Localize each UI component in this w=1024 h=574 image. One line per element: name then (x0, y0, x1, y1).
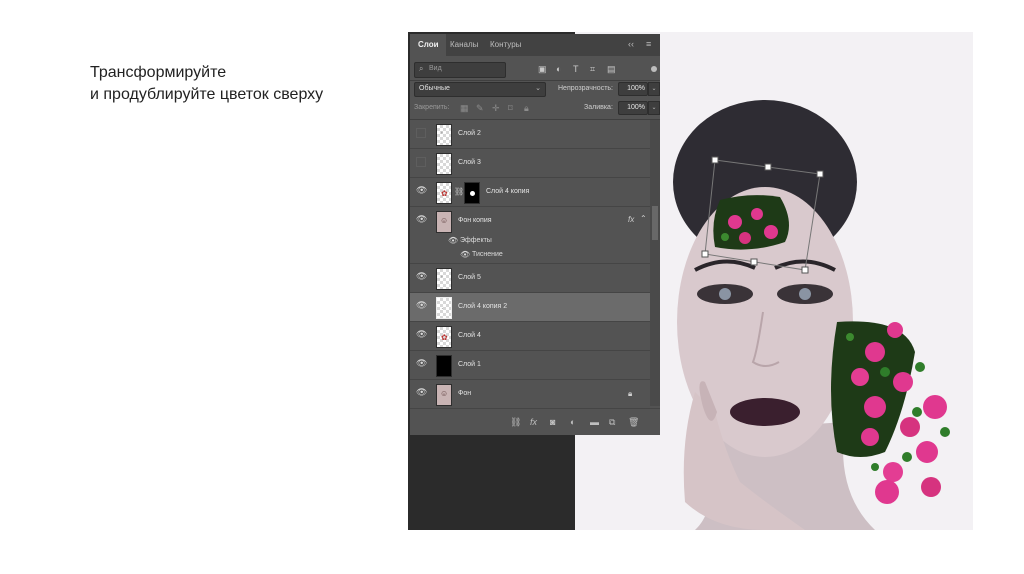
layer-thumbnail: ☺ (436, 211, 452, 233)
group-icon[interactable]: ▬ (590, 417, 599, 427)
type-filter-icon[interactable]: T (573, 64, 579, 74)
effects-label: Эффекты (460, 237, 492, 244)
layer-name: Слой 2 (458, 130, 481, 137)
layer-list: ʼ Слой 2 Слой 3 👁︎ ✿ ⛓︎ Слой 4 копия 👁︎ … (410, 120, 650, 409)
lock-all-icon[interactable]: 🔒︎ (524, 103, 529, 114)
lock-transparent-icon[interactable]: ▦ (460, 103, 469, 114)
layer-name: Слой 4 (458, 332, 481, 339)
chevron-up-icon[interactable]: ⌃ (640, 214, 647, 223)
layer-row[interactable]: 👁︎ Слой 1 (410, 351, 650, 380)
layer-row[interactable]: 👁︎ ✿ ⛓︎ Слой 4 копия (410, 178, 650, 207)
slide-caption: Трансформируйте и продублируйте цветок с… (90, 62, 323, 106)
layer-thumbnail: ☺ (436, 384, 452, 406)
blend-mode-value: Обычные (419, 85, 450, 92)
eye-icon[interactable]: 👁︎ (416, 388, 427, 397)
lock-row: Закрепить: ▦ ✎ ✛ ⌑ 🔒︎ Заливка: 100% ⌄ (410, 100, 660, 118)
layer-thumbnail: ʼ (436, 124, 452, 146)
layer-row[interactable]: 👁︎ ʼ Слой 5 (410, 264, 650, 293)
layer-thumbnail: ʼ (436, 268, 452, 290)
panel-menu-icon[interactable]: ≡ (646, 39, 651, 49)
eye-icon[interactable]: 👁︎ (416, 330, 427, 339)
tab-paths[interactable]: Контуры (490, 40, 521, 49)
layer-name: Фон (458, 390, 472, 397)
smartobject-filter-icon[interactable]: ▤ (607, 64, 616, 75)
filter-kind-label: Вид (429, 65, 442, 72)
blend-mode-select[interactable]: Обычные ⌄ (414, 82, 546, 97)
mask-link-icon[interactable]: ⛓︎ (454, 187, 464, 196)
layer-mask-thumbnail[interactable] (464, 182, 480, 204)
tab-channels[interactable]: Каналы (450, 40, 478, 49)
layer-row[interactable]: 👁︎ ☺ Фон копия fx ⌃ 👁︎ Эффекты 👁︎ Тиснен… (410, 207, 650, 264)
fx-icon[interactable]: fx (530, 417, 537, 427)
layer-row-selected[interactable]: 👁︎ · Слой 4 копия 2 (410, 293, 650, 322)
fill-label: Заливка: (584, 104, 613, 111)
eye-icon[interactable]: 👁︎ (416, 186, 427, 195)
fill-input[interactable]: 100% (618, 101, 648, 115)
eye-icon[interactable]: 👁︎ (460, 250, 470, 259)
mask-icon[interactable]: ◙ (550, 417, 555, 427)
layer-thumbnail: · (436, 297, 452, 319)
filter-row: ⌕ Вид ▣ ◐ T ⌗ ▤ (410, 60, 660, 80)
layer-name: Слой 4 копия 2 (458, 303, 508, 310)
collapse-panel-icon[interactable]: ‹‹ (628, 39, 634, 49)
layer-row[interactable]: ʼ Слой 2 (410, 120, 650, 149)
eye-icon[interactable]: 👁︎ (448, 236, 458, 245)
layer-list-scrollbar[interactable] (650, 120, 660, 406)
caption-line-2: и продублируйте цветок сверху (90, 86, 324, 103)
layer-effects-fx-icon[interactable]: fx (628, 215, 634, 224)
adjustment-filter-icon[interactable]: ◐ (556, 64, 561, 74)
layers-panel: Слои Каналы Контуры ‹‹ ≡ ⌕ Вид ▣ ◐ T ⌗ ▤… (410, 34, 660, 435)
eye-icon[interactable]: 👁︎ (416, 301, 427, 310)
blend-row: Обычные ⌄ Непрозрачность: 100% ⌄ (410, 81, 660, 99)
filter-toggle-icon[interactable] (651, 66, 657, 72)
layer-name: Слой 4 копия (486, 188, 530, 195)
forehead-cutout (713, 195, 789, 250)
adjustment-icon[interactable]: ◐ (570, 417, 575, 427)
search-icon: ⌕ (419, 64, 424, 73)
scrollbar-thumb[interactable] (652, 206, 658, 240)
visibility-toggle-off[interactable] (416, 157, 426, 167)
chevron-down-icon: ⌄ (535, 85, 541, 92)
layer-thumbnail: ✿ (436, 182, 452, 204)
opacity-label: Непрозрачность: (558, 85, 613, 92)
effect-emboss-label: Тиснение (472, 251, 503, 258)
panel-tab-bar: Слои Каналы Контуры ‹‹ ≡ (410, 34, 660, 56)
eye-icon[interactable]: 👁︎ (416, 359, 427, 368)
fill-dropdown-icon[interactable]: ⌄ (648, 101, 660, 115)
layer-name: Фон копия (458, 217, 492, 224)
visibility-toggle-off[interactable] (416, 128, 426, 138)
lock-label: Закрепить: (414, 104, 450, 111)
layer-row[interactable]: Слой 3 (410, 149, 650, 178)
lock-icon: 🔒︎ (628, 389, 633, 398)
lips (730, 398, 800, 426)
layer-row[interactable]: 👁︎ ✿ Слой 4 (410, 322, 650, 351)
image-filter-icon[interactable]: ▣ (538, 64, 547, 75)
opacity-input[interactable]: 100% (618, 82, 648, 96)
opacity-dropdown-icon[interactable]: ⌄ (648, 82, 660, 96)
lock-artboard-icon[interactable]: ⌑ (508, 103, 513, 114)
layer-name: Слой 1 (458, 361, 481, 368)
shape-filter-icon[interactable]: ⌗ (590, 64, 595, 75)
layer-filter-select[interactable]: ⌕ Вид (414, 62, 506, 78)
lock-brush-icon[interactable]: ✎ (476, 103, 484, 114)
link-icon[interactable]: ⛓︎ (510, 417, 521, 428)
layer-thumbnail (436, 355, 452, 377)
layer-name: Слой 5 (458, 274, 481, 281)
tab-layers[interactable]: Слои (418, 40, 439, 49)
eye-icon[interactable]: 👁︎ (416, 215, 427, 224)
layer-name: Слой 3 (458, 159, 481, 166)
trash-icon[interactable]: 🗑︎ (628, 417, 639, 428)
caption-line-1: Трансформируйте (90, 64, 227, 81)
layer-row[interactable]: 👁︎ ☺ Фон 🔒︎ (410, 380, 650, 409)
layer-thumbnail (436, 153, 452, 175)
panel-footer-toolbar: ⛓︎ fx ◙ ◐ ▬ ⧉ 🗑︎ (410, 408, 660, 435)
layer-thumbnail: ✿ (436, 326, 452, 348)
eye-icon[interactable]: 👁︎ (416, 272, 427, 281)
new-layer-icon[interactable]: ⧉ (609, 417, 615, 428)
lock-position-icon[interactable]: ✛ (492, 103, 500, 114)
